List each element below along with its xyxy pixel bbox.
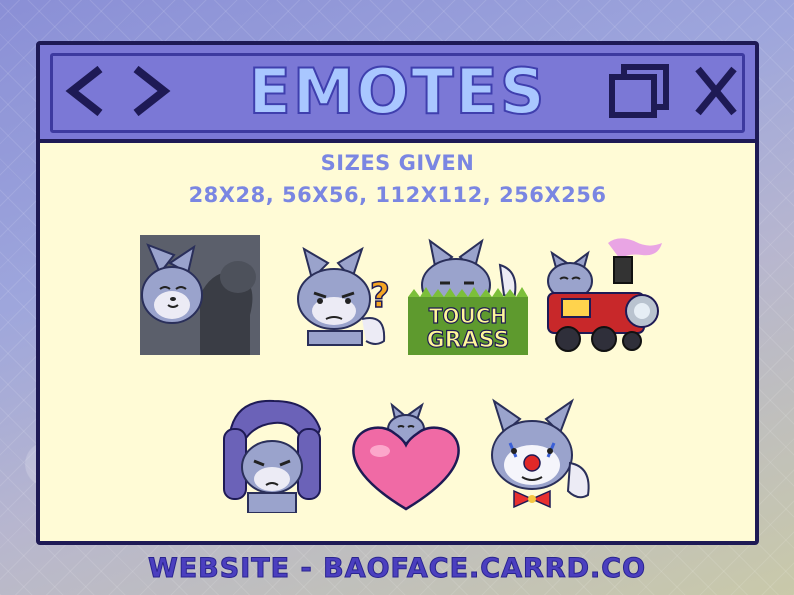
restore-windows-icon[interactable] xyxy=(606,63,674,119)
wolf-facepalm-emote xyxy=(210,393,330,514)
sizes-heading: SIZES GIVEN xyxy=(320,151,475,175)
svg-text:?: ? xyxy=(370,276,390,316)
sizes-values: 28X28, 56X56, 112X112, 256X256 xyxy=(188,183,607,207)
touch-grass-line2: GRASS xyxy=(427,328,510,353)
wolf-heart-emote xyxy=(346,393,466,513)
wolf-confused-emote: ? xyxy=(278,235,398,355)
title-bar: EMOTES xyxy=(40,45,755,143)
wolf-clown-emote xyxy=(480,393,600,513)
wolf-train-emote xyxy=(542,235,662,355)
footer-website: WEBSITE - BAOFACE.CARRD.CO xyxy=(147,553,647,585)
wolf-flex-emote xyxy=(140,235,260,355)
emote-window: EMOTES SIZES GIVEN 28X28, 56X56, 112X112… xyxy=(36,41,759,545)
touch-grass-line1: TOUCH xyxy=(429,304,507,328)
close-icon[interactable] xyxy=(690,63,742,119)
window-content: SIZES GIVEN 28X28, 56X56, 112X112, 256X2… xyxy=(40,143,755,541)
wolf-touch-grass-emote: TOUCH GRASS xyxy=(408,235,528,355)
